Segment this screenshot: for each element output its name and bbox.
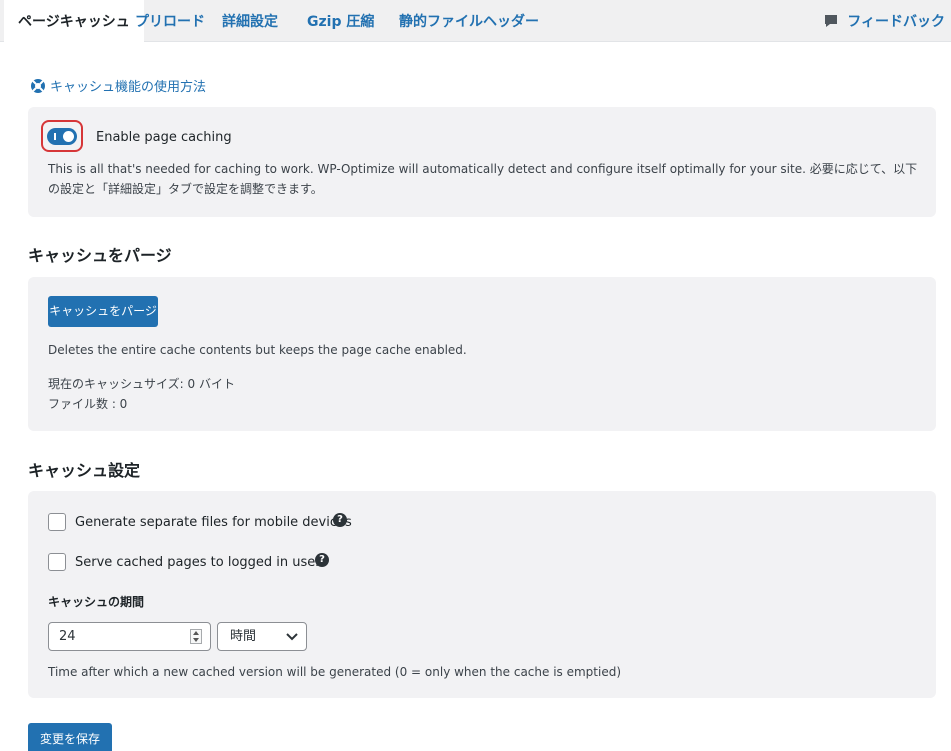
settings-panel: Generate separate files for mobile devic…: [28, 491, 936, 698]
settings-heading: キャッシュ設定: [28, 461, 141, 480]
logged-in-label: Serve cached pages to logged in users: [75, 555, 328, 570]
tab-advanced[interactable]: 詳細設定: [222, 0, 278, 42]
file-count: ファイル数 : 0: [48, 397, 128, 411]
tab-preload[interactable]: プリロード: [135, 0, 205, 42]
purge-panel: キャッシュをパージ Deletes the entire cache conte…: [28, 277, 936, 431]
logged-in-help-icon[interactable]: ?: [315, 553, 329, 567]
chevron-down-icon: [286, 633, 298, 641]
tab-gzip[interactable]: Gzip 圧縮: [307, 0, 374, 42]
toggle-on-mark: [54, 133, 56, 140]
mobile-help-icon[interactable]: ?: [333, 513, 347, 527]
tab-static-headers[interactable]: 静的ファイルヘッダー: [399, 0, 539, 42]
toggle-highlight: [41, 120, 83, 152]
enable-page-caching-toggle[interactable]: [47, 128, 77, 145]
cache-howto-link[interactable]: キャッシュ機能の使用方法: [30, 76, 206, 95]
feedback-label: フィードバック: [847, 14, 945, 30]
tab-bar: ページキャッシュ プリロード 詳細設定 Gzip 圧縮 静的ファイルヘッダー フ…: [0, 0, 951, 43]
howto-label: キャッシュ機能の使用方法: [50, 80, 207, 95]
duration-unit-value: 時間: [230, 629, 257, 644]
cache-duration-label: キャッシュの期間: [48, 595, 145, 609]
cache-duration-unit-select[interactable]: 時間: [217, 622, 307, 651]
feedback-icon: [825, 15, 838, 27]
logged-in-checkbox[interactable]: [48, 553, 66, 571]
purge-cache-button[interactable]: キャッシュをパージ: [48, 296, 158, 327]
cache-duration-value: 24: [59, 629, 76, 644]
enable-page-caching-label: Enable page caching: [96, 130, 232, 145]
cache-duration-input[interactable]: 24: [48, 622, 211, 651]
mobile-files-checkbox[interactable]: [48, 513, 66, 531]
enable-caching-panel: Enable page caching This is all that's n…: [28, 107, 936, 217]
feedback-link[interactable]: フィードバック: [823, 0, 945, 42]
cache-size: 現在のキャッシュサイズ: 0 バイト: [48, 377, 235, 391]
purge-description: Deletes the entire cache contents but ke…: [48, 343, 467, 357]
duration-help-text: Time after which a new cached version wi…: [48, 665, 622, 679]
tab-page-cache[interactable]: ページキャッシュ: [4, 0, 144, 43]
duration-stepper[interactable]: [190, 629, 202, 644]
lifebuoy-icon: [31, 79, 45, 93]
purge-heading: キャッシュをパージ: [28, 246, 172, 265]
toggle-knob: [63, 131, 74, 142]
save-changes-button[interactable]: 変更を保存: [28, 723, 112, 751]
enable-description: This is all that's needed for caching to…: [48, 162, 918, 196]
mobile-files-label: Generate separate files for mobile devic…: [75, 515, 352, 530]
